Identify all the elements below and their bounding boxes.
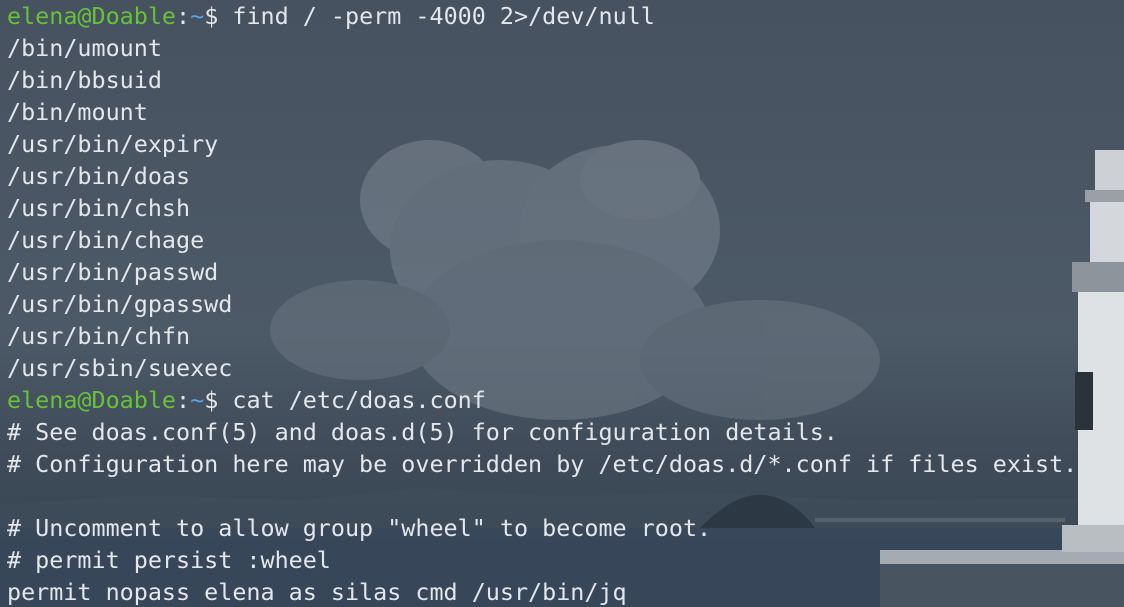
prompt-colon: : bbox=[176, 2, 191, 30]
output-line: /bin/bbsuid bbox=[7, 66, 162, 94]
prompt-user-host: elena@Doable bbox=[7, 386, 176, 414]
output-line: /usr/bin/chfn bbox=[7, 322, 191, 350]
output-line: /usr/sbin/suexec bbox=[7, 354, 233, 382]
output-line: /bin/umount bbox=[7, 34, 162, 62]
output-line: /usr/bin/chage bbox=[7, 226, 205, 254]
output-line: # Configuration here may be overridden b… bbox=[7, 450, 1078, 478]
output-line: /usr/bin/doas bbox=[7, 162, 191, 190]
prompt-colon: : bbox=[176, 386, 191, 414]
command-text: find / -perm -4000 2>/dev/null bbox=[232, 2, 655, 30]
prompt-line: elena@Doable:~$ find / -perm -4000 2>/de… bbox=[7, 0, 1124, 32]
output-line: /bin/mount bbox=[7, 98, 148, 126]
prompt-symbol: $ bbox=[204, 386, 233, 414]
prompt-cwd: ~ bbox=[190, 2, 205, 30]
output-line: # permit persist :wheel bbox=[7, 546, 331, 574]
output-line: /usr/bin/chsh bbox=[7, 194, 191, 222]
output-line: /usr/bin/passwd bbox=[7, 258, 219, 286]
prompt-user-host: elena@Doable bbox=[7, 2, 176, 30]
output-line: /usr/bin/expiry bbox=[7, 130, 219, 158]
output-line: # Uncomment to allow group "wheel" to be… bbox=[7, 514, 712, 542]
prompt-cwd: ~ bbox=[190, 386, 205, 414]
prompt-symbol: $ bbox=[204, 2, 233, 30]
output-line: permit nopass elena as silas cmd /usr/bi… bbox=[7, 578, 627, 606]
command-text: cat /etc/doas.conf bbox=[232, 386, 486, 414]
prompt-line: elena@Doable:~$ cat /etc/doas.conf bbox=[7, 384, 1124, 416]
terminal-window[interactable]: elena@Doable:~$ find / -perm -4000 2>/de… bbox=[0, 0, 1124, 607]
output-line: /usr/bin/gpasswd bbox=[7, 290, 233, 318]
output-line: # See doas.conf(5) and doas.d(5) for con… bbox=[7, 418, 838, 446]
